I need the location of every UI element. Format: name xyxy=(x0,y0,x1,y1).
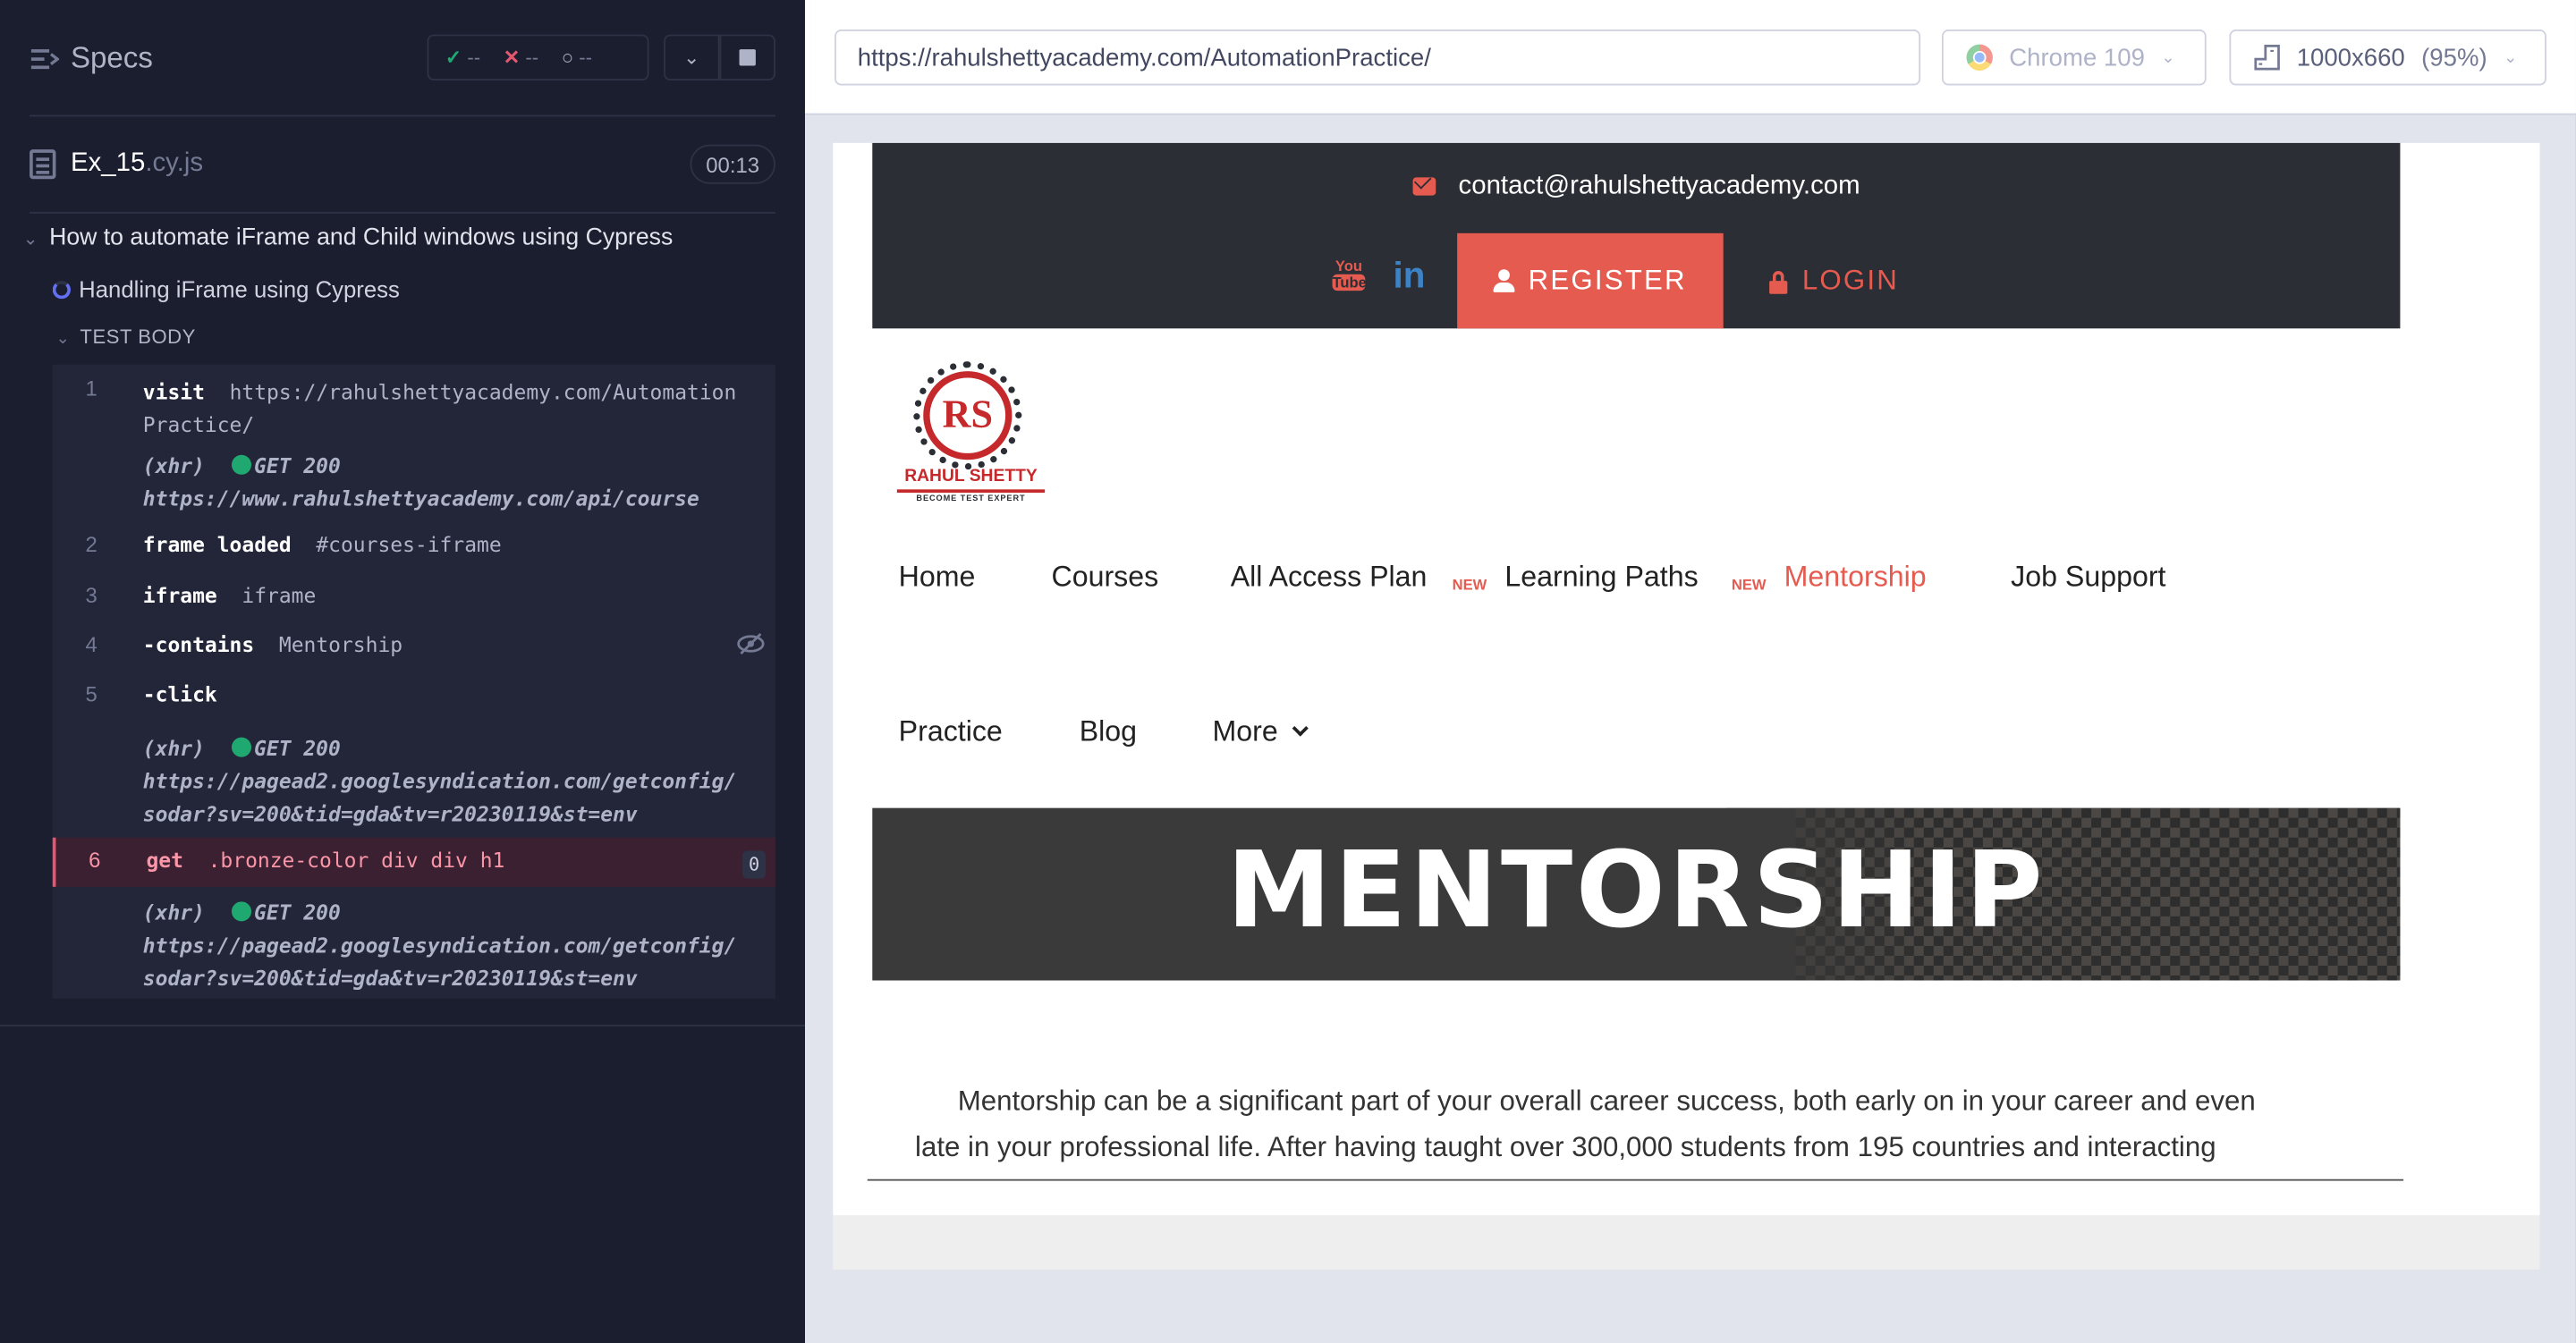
new-badge: NEW xyxy=(1452,576,1487,594)
url-bar[interactable]: https://rahulshettyacademy.com/Automatio… xyxy=(835,30,1921,86)
divider xyxy=(867,1178,2404,1181)
test-stats: ✓ -- ✕ -- ○ -- xyxy=(427,34,649,80)
ruler-icon xyxy=(2254,45,2280,71)
cross-icon: ✕ xyxy=(503,46,521,70)
chevron-down-icon: ⌄ xyxy=(2503,48,2518,67)
nav-home[interactable]: Home xyxy=(899,560,976,595)
lock-icon xyxy=(1769,270,1788,293)
pending-stat: ○ -- xyxy=(561,46,592,70)
nav-all-access-plan[interactable]: All Access Plan xyxy=(1231,560,1428,595)
login-link[interactable]: LOGIN xyxy=(1769,233,1899,329)
divider xyxy=(0,1025,805,1026)
command-row[interactable]: 5 -click xyxy=(53,681,775,724)
check-icon: ✓ xyxy=(445,46,462,70)
contact-email[interactable]: contact@rahulshettyacademy.com xyxy=(872,173,2400,202)
status-dot-icon xyxy=(231,901,251,922)
chevron-down-icon: ⌄ xyxy=(55,330,71,349)
collapse-button[interactable]: ⌄ xyxy=(664,34,720,80)
xhr-log[interactable]: (xhr) GET 200 https://pagead2.googlesyndi… xyxy=(143,732,775,831)
running-spinner-icon xyxy=(52,281,71,300)
youtube-icon[interactable]: You Tube xyxy=(1332,258,1367,297)
failed-stat: ✕ -- xyxy=(503,46,539,70)
xhr-log[interactable]: (xhr) GET 200 https://pagead2.googlesyndi… xyxy=(143,897,775,995)
command-row[interactable]: 1 visit https://rahulshettyacademy.com/A… xyxy=(53,371,775,440)
spec-file-name: Ex_15.cy.js xyxy=(70,149,204,178)
status-dot-icon xyxy=(231,737,251,757)
chevron-down-icon: ⌄ xyxy=(683,46,700,70)
site-logo[interactable]: RS RAHUL SHETTY BECOME TEST EXPERT xyxy=(896,361,1046,509)
command-list: 1 visit https://rahulshettyacademy.com/A… xyxy=(52,364,775,999)
site-header-bar: contact@rahulshettyacademy.com You Tube i… xyxy=(872,142,2401,329)
nav-mentorship[interactable]: Mentorship xyxy=(1784,560,1927,595)
logo-text: RAHUL SHETTY xyxy=(904,466,1038,486)
site-page: contact@rahulshettyacademy.com You Tube i… xyxy=(833,142,2540,1216)
command-row[interactable]: 2 frame loaded #courses-iframe xyxy=(53,532,775,575)
chevron-down-icon: ⌄ xyxy=(22,230,38,250)
suite-title[interactable]: ⌄ How to automate iFrame and Child window… xyxy=(23,225,674,251)
spinner-icon: ○ xyxy=(561,46,574,70)
divider xyxy=(30,211,775,214)
intro-paragraph: Mentorship can be a significant part of … xyxy=(915,1085,2256,1163)
status-dot-icon xyxy=(231,454,251,475)
command-row[interactable]: 4 -contains Mentorship xyxy=(53,632,775,675)
browser-selector[interactable]: Chrome 109 ⌄ xyxy=(1941,30,2207,86)
command-log-panel: Specs ✓ -- ✕ -- ○ -- ⌄ Ex_15.cy.js 00:13… xyxy=(0,0,805,1343)
nav-courses[interactable]: Courses xyxy=(1051,560,1158,595)
test-title[interactable]: Handling iFrame using Cypress xyxy=(52,276,400,302)
specs-header: Specs ✓ -- ✕ -- ○ -- ⌄ xyxy=(0,0,805,115)
nav-more[interactable]: More xyxy=(1212,714,1309,749)
divider xyxy=(30,114,775,117)
app-preview-panel: https://rahulshettyacademy.com/Automatio… xyxy=(804,0,2576,1343)
nav-learning-paths[interactable]: Learning Paths xyxy=(1504,560,1698,595)
register-button[interactable]: REGISTER xyxy=(1457,232,1724,329)
nav-practice[interactable]: Practice xyxy=(899,714,1003,749)
nav-blog[interactable]: Blog xyxy=(1080,714,1137,749)
envelope-icon xyxy=(1412,177,1436,196)
file-icon xyxy=(30,149,56,180)
passed-stat: ✓ -- xyxy=(445,46,481,70)
stop-button[interactable] xyxy=(719,34,775,80)
preview-toolbar: https://rahulshettyacademy.com/Automatio… xyxy=(804,0,2576,115)
test-body-label[interactable]: ⌄ TEST BODY xyxy=(55,325,195,349)
command-row-active[interactable]: 6 get .bronze-color div div h1 0 xyxy=(52,837,775,887)
viewport-selector[interactable]: 1000x660 (95%) ⌄ xyxy=(2229,30,2546,86)
spec-duration: 00:13 xyxy=(690,144,775,184)
spec-file-row[interactable]: Ex_15.cy.js 00:13 xyxy=(0,135,805,194)
chevron-down-icon: ⌄ xyxy=(2161,48,2175,67)
app-root: Specs ✓ -- ✕ -- ○ -- ⌄ Ex_15.cy.js 00:13… xyxy=(0,0,2576,1343)
page-banner: MENTORSHIP xyxy=(872,807,2401,981)
specs-title[interactable]: Specs xyxy=(71,41,153,76)
chrome-icon xyxy=(1966,44,1993,71)
chevron-down-icon xyxy=(1292,720,1309,737)
page-title: MENTORSHIP xyxy=(1226,831,2046,953)
element-count-badge: 0 xyxy=(742,850,766,879)
xhr-log[interactable]: (xhr) GET 200 https://www.rahulshettyacad… xyxy=(143,450,775,515)
new-badge: NEW xyxy=(1731,576,1767,594)
app-under-test-frame: contact@rahulshettyacademy.com You Tube i… xyxy=(833,142,2540,1270)
nav-job-support[interactable]: Job Support xyxy=(2011,560,2165,595)
logo-tagline: BECOME TEST EXPERT xyxy=(896,489,1046,504)
user-icon xyxy=(1493,269,1515,292)
linkedin-icon[interactable]: in xyxy=(1394,255,1426,298)
stop-icon xyxy=(739,49,756,66)
logo-mark: RS xyxy=(923,371,1013,460)
eye-slash-icon xyxy=(737,632,765,655)
specs-menu-icon[interactable] xyxy=(30,45,60,74)
command-row[interactable]: 3 iframe iframe xyxy=(53,583,775,626)
